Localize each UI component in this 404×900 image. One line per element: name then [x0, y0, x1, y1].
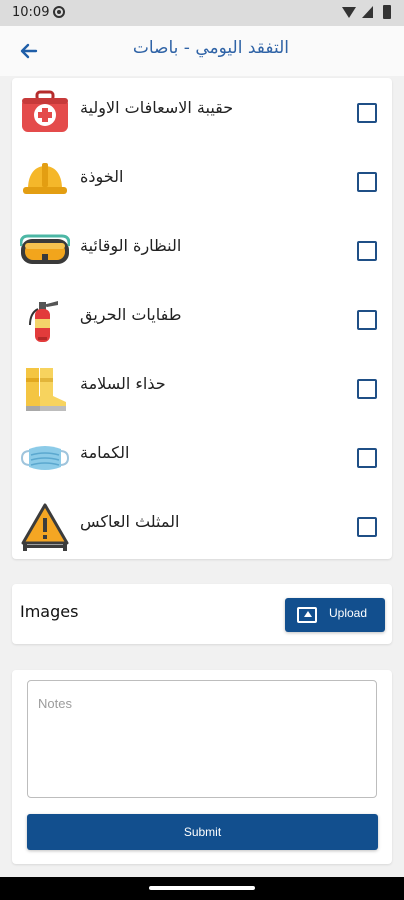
wifi-icon [342, 7, 356, 18]
status-bar: 10:09 [0, 0, 404, 26]
home-gesture-handle[interactable] [149, 886, 255, 890]
checklist-item-boots[interactable]: حذاء السلامة [12, 354, 392, 423]
checklist-checkbox[interactable] [357, 310, 377, 330]
checklist-item-label: طفايات الحريق [80, 305, 182, 324]
sync-icon [53, 6, 65, 18]
checklist-checkbox[interactable] [357, 241, 377, 261]
checklist-checkbox[interactable] [357, 448, 377, 468]
page-title: التفقد اليومي - باصات [132, 38, 289, 58]
system-nav-bar [0, 877, 404, 900]
checklist-item-label: المثلث العاكس [80, 512, 180, 531]
images-label: Images [20, 602, 79, 621]
checklist-item-label: حذاء السلامة [80, 374, 166, 393]
hard-hat-icon [23, 163, 67, 194]
checklist-item-extinguisher[interactable]: طفايات الحريق [12, 285, 392, 354]
checklist-item-label: الكمامة [80, 443, 130, 462]
checklist-checkbox[interactable] [357, 103, 377, 123]
checklist-item-label: النظارة الوقائية [80, 236, 182, 255]
status-time: 10:09 [12, 5, 50, 20]
fire-extinguisher-icon [29, 301, 58, 342]
checklist-item-helmet[interactable]: الخوذة [12, 147, 392, 216]
checklist-checkbox[interactable] [357, 517, 377, 537]
signal-icon [362, 6, 373, 18]
images-card: Images Upload [12, 584, 392, 644]
checklist-item-first-aid[interactable]: حقيبة الاسعافات الاولية [12, 78, 392, 147]
checklist-checkbox[interactable] [357, 379, 377, 399]
upload-button[interactable]: Upload [285, 598, 385, 632]
face-mask-icon [20, 446, 70, 470]
submit-button[interactable]: Submit [27, 814, 378, 850]
warning-triangle-icon [21, 503, 69, 551]
app-bar: التفقد اليومي - باصات [0, 26, 404, 76]
notes-placeholder: Notes [38, 696, 72, 711]
safety-boots-icon [26, 368, 66, 411]
battery-icon [383, 5, 391, 19]
safety-goggles-icon [20, 234, 70, 264]
arrow-back-icon [20, 43, 38, 59]
checklist-item-triangle[interactable]: المثلث العاكس [12, 492, 392, 561]
checklist-item-goggles[interactable]: النظارة الوقائية [12, 216, 392, 285]
notes-field[interactable]: Notes [27, 680, 377, 798]
checklist-item-label: حقيبة الاسعافات الاولية [80, 98, 234, 117]
upload-label: Upload [329, 606, 368, 620]
notes-card: Notes Submit [12, 670, 392, 864]
upload-icon [297, 607, 317, 623]
checklist-item-label: الخوذة [80, 167, 124, 186]
checklist-item-mask[interactable]: الكمامة [12, 423, 392, 492]
checklist-checkbox[interactable] [357, 172, 377, 192]
back-button[interactable] [14, 36, 44, 66]
first-aid-kit-icon [22, 90, 68, 132]
checklist-card: حقيبة الاسعافات الاولية الخوذة النظارة ا… [12, 78, 392, 559]
